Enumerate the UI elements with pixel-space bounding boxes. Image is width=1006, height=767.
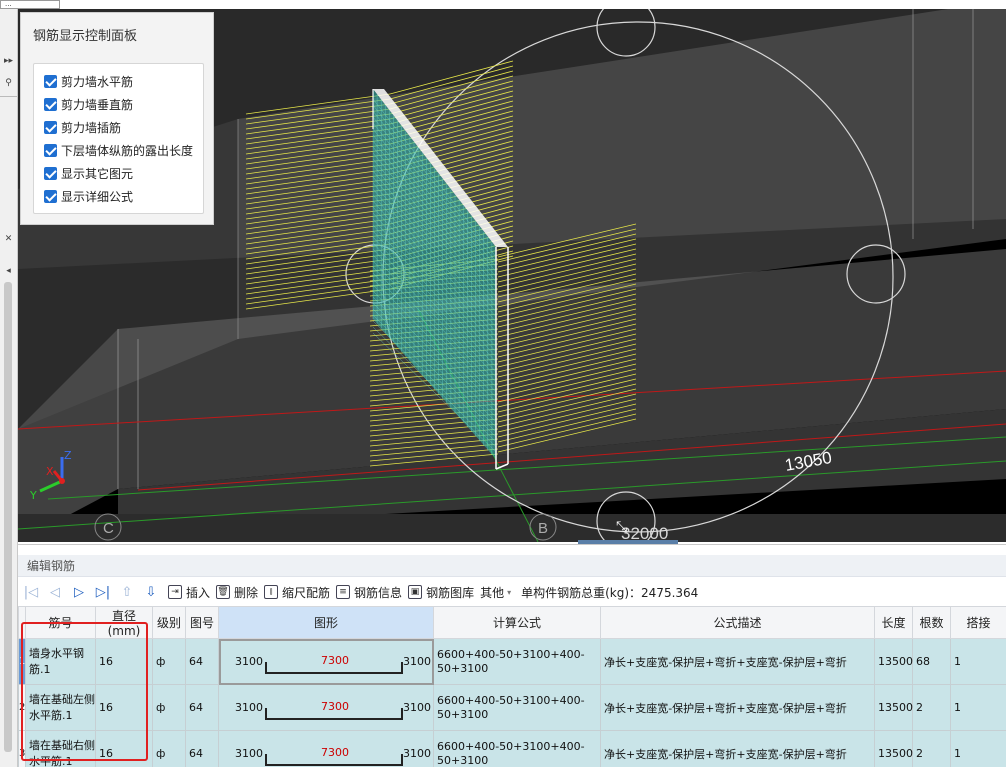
table-row[interactable]: 2 墙在基础左侧水平筋.1 16 ф 64 3100 7300 3100 6600+… [18, 684, 1006, 731]
edit-rebar-toolbar: |◁ ◁ ▷ ▷| ⇧ ⇩ ⇥ 插入 🗑 删除 ⫾ 缩尺配筋 ≡ 钢筋信息 ▣ 钢筋图库 … [18, 579, 1006, 605]
insert-icon: ⇥ [168, 585, 182, 599]
fig-no-cell[interactable]: 64 [185, 638, 219, 685]
insert-button[interactable]: ⇥ 插入 [168, 584, 210, 601]
move-up-icon[interactable]: ⇧ [116, 582, 138, 602]
grade-cell[interactable]: ф [152, 684, 186, 731]
svg-text:X: X [46, 465, 54, 478]
formula-cell[interactable]: 6600+400-50+3100+400-50+3100 [433, 730, 601, 767]
rebar-table: 筋号 直径(mm) 级别 图号 图形 计算公式 公式描述 长度 根数 搭接 1 … [18, 606, 1006, 767]
3d-viewport[interactable]: 13050 32000 C B ⤡ Z X Y 钢筋显示控制面板 剪力墙水平筋 … [18, 9, 1006, 542]
option-wall-dowel-rebar[interactable]: 剪力墙插筋 [44, 118, 121, 136]
svg-text:Z: Z [64, 449, 72, 462]
length-cell[interactable]: 13500 [874, 638, 913, 685]
option-wall-vertical-rebar[interactable]: 剪力墙垂直筋 [44, 95, 133, 113]
checkbox-checked-icon[interactable] [44, 189, 57, 203]
count-cell[interactable]: 2 [912, 730, 951, 767]
table-row[interactable]: 1 墙身水平钢筋.1 16 ф 64 3100 7300 3100 6600+400… [18, 638, 1006, 685]
table-row[interactable]: 3 墙在基础右侧水平筋.1 16 ф 64 3100 7300 3100 6600+… [18, 730, 1006, 767]
shape-cell[interactable]: 3100 7300 3100 [218, 730, 434, 767]
close-icon[interactable]: ✕ [0, 230, 17, 248]
svg-text:Y: Y [29, 489, 37, 502]
option-lower-wall-exposed-length[interactable]: 下层墙体纵筋的露出长度 [44, 141, 193, 159]
shape-cell[interactable]: 3100 7300 3100 [218, 638, 434, 685]
option-show-detailed-formula[interactable]: 显示详细公式 [44, 187, 133, 205]
app-window: ▸▸ ⚲ ✕ ◂ ... 13050 32000 C B ⤡ Z X Y 钢筋显… [0, 0, 1006, 767]
checkbox-checked-icon[interactable] [44, 166, 57, 180]
total-weight-label: 单构件钢筋总重(kg)：2475.364 [521, 585, 699, 600]
option-wall-horizontal-rebar[interactable]: 剪力墙水平筋 [44, 72, 133, 90]
library-icon: ▣ [408, 585, 423, 599]
fig-no-cell[interactable]: 64 [185, 684, 219, 731]
option-show-other-elements[interactable]: 显示其它图元 [44, 164, 133, 182]
move-down-icon[interactable]: ⇩ [140, 582, 162, 602]
axis-label-c: C [103, 520, 114, 537]
checkbox-checked-icon[interactable] [44, 74, 57, 88]
first-record-icon[interactable]: |◁ [20, 582, 42, 602]
left-toolbar-strip: ▸▸ ⚲ ✕ ◂ [0, 0, 18, 767]
control-panel-options: 剪力墙水平筋 剪力墙垂直筋 剪力墙插筋 下层墙体纵筋的露出长度 显示其它图元 显… [33, 63, 204, 214]
length-cell[interactable]: 13500 [874, 684, 913, 731]
formula-cell[interactable]: 6600+400-50+3100+400-50+3100 [433, 684, 601, 731]
top-input-field[interactable]: ... [0, 0, 60, 9]
checkbox-checked-icon[interactable] [44, 143, 57, 157]
lap-cell[interactable]: 1 [950, 730, 1006, 767]
description-cell[interactable]: 净长+支座宽-保护层+弯折+支座宽-保护层+弯折 [600, 684, 875, 731]
header-description: 公式描述 [600, 606, 875, 639]
header-formula: 计算公式 [433, 606, 601, 639]
edit-rebar-title: 编辑钢筋 [18, 555, 1006, 577]
checkbox-checked-icon[interactable] [44, 97, 57, 111]
header-fig-no: 图号 [185, 606, 219, 639]
grade-cell[interactable]: ф [152, 638, 186, 685]
lap-cell[interactable]: 1 [950, 638, 1006, 685]
table-header: 筋号 直径(mm) 级别 图号 图形 计算公式 公式描述 长度 根数 搭接 [18, 606, 1006, 639]
length-cell[interactable]: 13500 [874, 730, 913, 767]
last-record-icon[interactable]: ▷| [92, 582, 114, 602]
left-scrollbar[interactable] [4, 282, 12, 752]
ruler-icon: ⫾ [264, 585, 279, 599]
control-panel-title: 钢筋显示控制面板 [33, 29, 138, 44]
cursor-icon: ⤡ [616, 519, 627, 535]
description-cell[interactable]: 净长+支座宽-保护层+弯折+支座宽-保护层+弯折 [600, 730, 875, 767]
trash-icon: 🗑 [216, 585, 231, 599]
header-grade: 级别 [152, 606, 186, 639]
formula-cell[interactable]: 6600+400-50+3100+400-50+3100 [433, 638, 601, 685]
search-icon[interactable]: ⚲ [0, 74, 17, 92]
rebar-display-control-panel: 钢筋显示控制面板 剪力墙水平筋 剪力墙垂直筋 剪力墙插筋 下层墙体纵筋的露出长度… [20, 12, 214, 225]
count-cell[interactable]: 68 [912, 638, 951, 685]
header-lap: 搭接 [950, 606, 1006, 639]
axis-label-b: B [538, 520, 548, 537]
header-count: 根数 [912, 606, 951, 639]
description-cell[interactable]: 净长+支座宽-保护层+弯折+支座宽-保护层+弯折 [600, 638, 875, 685]
other-dropdown[interactable]: 其他 ▾ [480, 584, 511, 601]
header-length: 长度 [874, 606, 913, 639]
rebar-library-button[interactable]: ▣ 钢筋图库 [408, 584, 474, 601]
lap-cell[interactable]: 1 [950, 684, 1006, 731]
fig-no-cell[interactable]: 64 [185, 730, 219, 767]
chevron-left-icon[interactable]: ◂ [0, 262, 17, 280]
next-record-icon[interactable]: ▷ [68, 582, 90, 602]
chevron-down-icon: ▾ [507, 587, 512, 597]
edit-rebar-panel: 编辑钢筋 |◁ ◁ ▷ ▷| ⇧ ⇩ ⇥ 插入 🗑 删除 ⫾ 缩尺配筋 ≡ 钢筋信息 ▣… [18, 544, 1006, 767]
checkbox-checked-icon[interactable] [44, 120, 57, 134]
collapse-icon[interactable]: ▸▸ [0, 52, 17, 70]
shape-cell[interactable]: 3100 7300 3100 [218, 684, 434, 731]
info-icon: ≡ [336, 585, 351, 599]
count-cell[interactable]: 2 [912, 684, 951, 731]
highlight-annotation-box [21, 622, 148, 761]
grade-cell[interactable]: ф [152, 730, 186, 767]
scale-config-button[interactable]: ⫾ 缩尺配筋 [264, 584, 330, 601]
header-shape: 图形 [218, 606, 434, 639]
prev-record-icon[interactable]: ◁ [44, 582, 66, 602]
delete-button[interactable]: 🗑 删除 [216, 584, 258, 601]
rebar-info-button[interactable]: ≡ 钢筋信息 [336, 584, 402, 601]
